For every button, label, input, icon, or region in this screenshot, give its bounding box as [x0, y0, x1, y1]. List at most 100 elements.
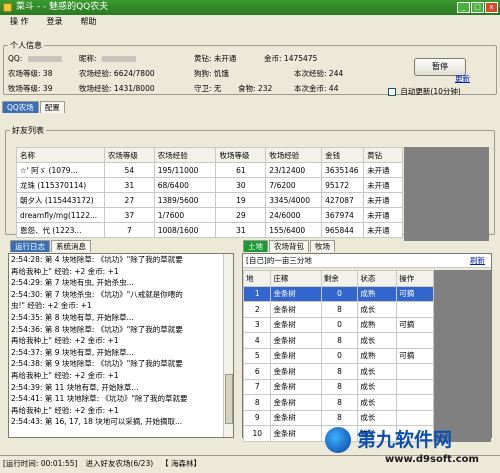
run-log-panel[interactable]: 2:54:28: 第 4 块地除草: 《坑功》"除了我的草就要 再给我种上" 经…	[8, 253, 234, 438]
plot-number: 7	[242, 378, 272, 395]
minimize-button[interactable]: _	[457, 2, 470, 13]
plot-action: 可摘	[396, 316, 434, 333]
ranch-exp-label: 牧场经验:	[79, 84, 112, 93]
plot-number: 9	[242, 409, 272, 426]
dog-value: 饥饿	[213, 69, 229, 78]
friend-ranch-exp: 3345/4000	[265, 192, 323, 208]
remaining: 8	[320, 332, 359, 349]
col-farm-exp[interactable]: 农场经验	[153, 147, 217, 163]
crop-name: 金条树	[270, 394, 322, 411]
menu-login[interactable]: 登录	[47, 15, 63, 29]
table-row[interactable]: 1 金条树 0 成熟 可摘	[242, 285, 492, 302]
session-gold-label: 本次金币:	[294, 84, 327, 93]
table-row[interactable]: 4 金条树 8 成长	[242, 332, 492, 349]
tab-farm-bag[interactable]: 农场背包	[269, 240, 309, 252]
col-yellow-diamond[interactable]: 黄钻	[363, 147, 403, 163]
log-scrollbar[interactable]	[223, 254, 233, 437]
land-panel: [自己]的一亩三分地 刷新 地 庄稼 剩余 状态 操作 1 金条树 0 成熟 可…	[242, 253, 492, 442]
friend-farm-exp: 1008/1600	[153, 222, 217, 238]
guard-label: 守卫:	[194, 84, 212, 93]
crop-name: 金条树	[270, 301, 322, 318]
col-ranch-exp[interactable]: 牧场经验	[265, 147, 323, 163]
maximize-button[interactable]: □	[471, 2, 484, 13]
log-line: 2:54:35: 第 8 块地有草, 开始除草...	[11, 312, 134, 322]
log-line: 2:54:43: 第 16, 17, 18 块地可以采摘, 开始摘取...	[11, 417, 183, 427]
plot-number: 5	[242, 347, 272, 364]
friend-ranch-exp: 23/12400	[265, 162, 323, 178]
plot-action	[396, 332, 434, 349]
table-row[interactable]: dreamfly/mg(1122... 37 1/7600 29 24/6000…	[16, 207, 403, 223]
col-ranch-level[interactable]: 牧场等级	[215, 147, 267, 163]
tab-config[interactable]: 配置	[39, 101, 65, 113]
plot-status: 成长	[357, 332, 398, 349]
friend-yellow-diamond: 未开通	[363, 207, 403, 223]
land-blank-cell	[432, 347, 492, 364]
auto-update-checkbox[interactable]	[388, 88, 396, 96]
watermark-logo-icon	[325, 427, 351, 453]
friend-farm-level: 7	[103, 222, 155, 238]
log-line: 再给我种上" 经验: +2 金币: +1	[11, 336, 119, 346]
close-button[interactable]: x	[485, 2, 498, 13]
friend-money: 3635146	[321, 162, 365, 178]
table-row[interactable]: 7 金条树 8 成长	[242, 378, 492, 395]
friend-list-panel: 好友列表 名称 农场等级 农场经验 牧场等级 牧场经验 金钱 黄钻 ☆' 阿ゞ …	[5, 125, 495, 241]
land-blank-cell	[432, 316, 492, 333]
col-name[interactable]: 名称	[16, 147, 105, 163]
land-blank-cell	[432, 363, 492, 380]
col-remaining[interactable]: 剩余	[320, 270, 359, 287]
plot-action	[396, 409, 434, 426]
table-row[interactable]: 3 金条树 0 成熟 可摘	[242, 316, 492, 333]
watermark-url: www.d9soft.com	[385, 454, 479, 465]
friend-list-blank-area	[404, 147, 489, 241]
plot-action: 可摘	[396, 347, 434, 364]
log-scrollbar-thumb[interactable]	[225, 374, 233, 424]
auto-update-label: 自动更新(10分钟)	[400, 87, 461, 96]
col-money[interactable]: 金钱	[321, 147, 365, 163]
tab-land[interactable]: 土地	[243, 240, 268, 252]
table-row[interactable]: ☆' 阿ゞ (1079... 54 195/11000 61 23/12400 …	[16, 162, 403, 178]
nickname-value-blurred	[101, 56, 136, 62]
farm-level-label: 农场等级:	[8, 69, 41, 78]
tab-run-log[interactable]: 运行日志	[10, 240, 50, 252]
col-plot[interactable]: 地	[242, 270, 272, 287]
table-row[interactable]: 8 金条树 8 成长	[242, 394, 492, 411]
table-row[interactable]: 恩怨、代 (1223... 7 1008/1600 31 155/6400 96…	[16, 222, 403, 238]
friend-farm-level: 31	[103, 177, 155, 193]
friend-table: 名称 农场等级 农场经验 牧场等级 牧场经验 金钱 黄钻 ☆' 阿ゞ (1079…	[16, 147, 403, 238]
update-link[interactable]: 更新	[455, 73, 470, 85]
plot-number: 10	[242, 425, 272, 442]
table-row[interactable]: 5 金条树 0 成熟 可摘	[242, 347, 492, 364]
friend-farm-level: 54	[103, 162, 155, 178]
plot-number: 3	[242, 316, 272, 333]
plot-number: 2	[242, 301, 272, 318]
col-status[interactable]: 状态	[357, 270, 398, 287]
col-action[interactable]: 操作	[396, 270, 434, 287]
refresh-link[interactable]: 刷新	[470, 254, 485, 268]
log-line: 2:54:36: 第 8 块地除草: 《坑功》"除了我的草就要	[11, 324, 183, 334]
table-row[interactable]: 9 金条树 8 成长	[242, 409, 492, 426]
table-row[interactable]: 6 金条树 8 成长	[242, 363, 492, 380]
plot-status: 成长	[357, 394, 398, 411]
menu-help[interactable]: 帮助	[81, 15, 97, 29]
tab-qq-farm[interactable]: QQ农场	[2, 101, 39, 113]
friend-ranch-level: 61	[215, 162, 267, 178]
table-row[interactable]: 2 金条树 8 成长	[242, 301, 492, 318]
ranch-level-value: 39	[42, 84, 53, 93]
crop-name: 金条树	[270, 347, 322, 364]
table-row[interactable]: 朝夕人 (115443172) 27 1389/5600 19 3345/400…	[16, 192, 403, 208]
table-row[interactable]: 龙珠 (115370114) 31 68/6400 30 7/6200 9517…	[16, 177, 403, 193]
col-crop[interactable]: 庄稼	[270, 270, 322, 287]
log-tabs: 运行日志 系统消息	[10, 240, 92, 252]
plot-action	[396, 301, 434, 318]
food-label: 食物:	[238, 84, 256, 93]
menu-operate[interactable]: 操 作	[10, 15, 29, 29]
log-line: 再给我种上" 经验: +2 金币: +1	[11, 370, 119, 380]
tab-ranch[interactable]: 牧场	[310, 240, 335, 252]
log-line: 再给我种上" 经验: +2 金币: +1	[11, 266, 119, 276]
main-tabs: QQ农场 配置	[2, 101, 66, 113]
land-tabs: 土地 农场背包 牧场	[243, 240, 336, 252]
tab-system-messages[interactable]: 系统消息	[51, 240, 91, 252]
friend-name: dreamfly/mg(1122...	[16, 207, 105, 223]
col-farm-level[interactable]: 农场等级	[103, 147, 155, 163]
friend-farm-level: 27	[103, 192, 155, 208]
